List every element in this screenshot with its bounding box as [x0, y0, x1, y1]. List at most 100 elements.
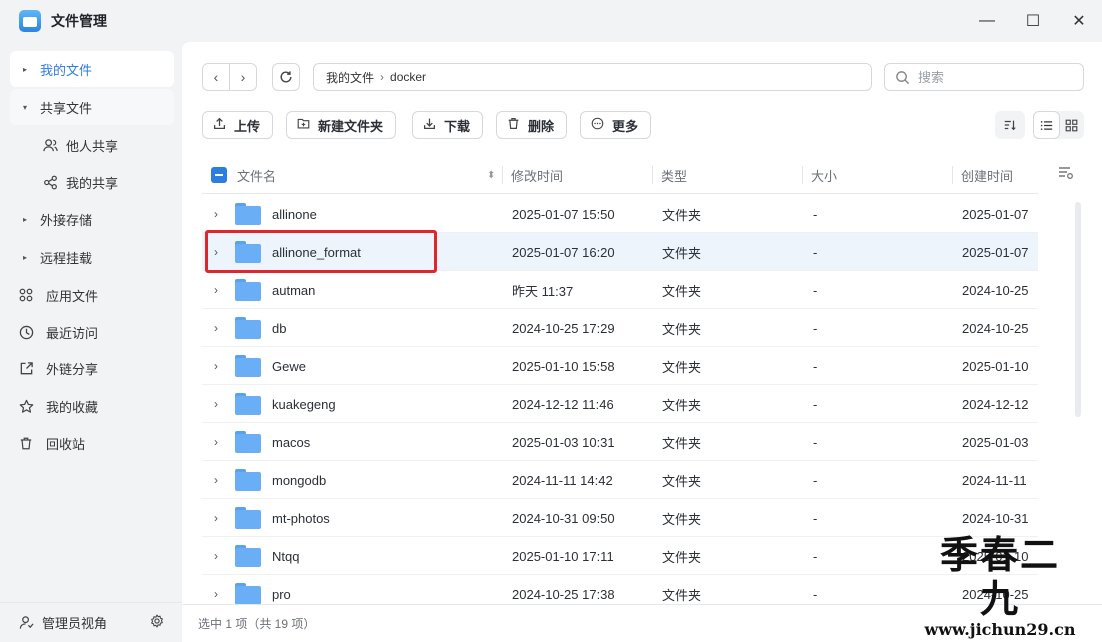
refresh-button[interactable]: [272, 63, 300, 91]
file-name[interactable]: db: [272, 309, 286, 347]
chevron-right-icon[interactable]: ›: [214, 283, 218, 297]
close-button[interactable]: ✕: [1056, 0, 1102, 42]
chevron-right-icon[interactable]: ›: [214, 511, 218, 525]
caret-right-icon[interactable]: ▸: [20, 65, 30, 74]
sidebar-item-label: 他人共享: [66, 138, 119, 154]
sidebar-item-remote-mount[interactable]: ▸ 远程挂载: [10, 239, 174, 275]
back-button[interactable]: ‹: [203, 64, 230, 90]
sidebar-item-my-files[interactable]: ▸ 我的文件: [10, 51, 174, 87]
vertical-scrollbar[interactable]: [1075, 202, 1081, 417]
minimize-button[interactable]: —: [964, 0, 1010, 42]
table-row[interactable]: › kuakegeng 2024-12-12 11:46 文件夹 - 2024-12-12: [202, 385, 1038, 423]
grid-view-button[interactable]: [1060, 111, 1085, 139]
file-name[interactable]: allinone_format: [272, 233, 361, 271]
selection-status: 选中 1 项（共 19 项）: [198, 617, 316, 631]
chevron-right-icon[interactable]: ›: [214, 549, 218, 563]
search-box[interactable]: [884, 63, 1084, 91]
column-settings-icon[interactable]: [1058, 166, 1074, 183]
table-row[interactable]: › allinone_format 2025-01-07 16:20 文件夹 - 2025…: [202, 233, 1038, 271]
caret-right-icon[interactable]: ▸: [20, 215, 30, 224]
sidebar-item-label: 远程挂载: [40, 250, 93, 266]
file-name[interactable]: allinone: [272, 195, 317, 233]
sidebar-item-label: 回收站: [46, 436, 86, 452]
sort-button[interactable]: [995, 111, 1025, 139]
forward-button[interactable]: ›: [230, 64, 256, 90]
sidebar-item-link-share[interactable]: 外链分享: [10, 350, 174, 386]
sidebar-item-external-storage[interactable]: ▸ 外接存储: [10, 201, 174, 237]
select-all-checkbox[interactable]: [211, 156, 227, 194]
file-name[interactable]: pro: [272, 575, 291, 605]
maximize-button[interactable]: ☐: [1010, 0, 1056, 42]
caret-down-icon[interactable]: ▾: [20, 103, 30, 112]
admin-view-label[interactable]: 管理员视角: [42, 613, 107, 632]
folder-icon: [235, 393, 261, 415]
file-name[interactable]: mt-photos: [272, 499, 330, 537]
table-row[interactable]: › pro 2024-10-25 17:38 文件夹 -2024-10-25: [202, 575, 1038, 605]
breadcrumb-current[interactable]: docker: [390, 70, 426, 84]
table-row[interactable]: › autman 昨天 11:37 文件夹 - 2024-10-25: [202, 271, 1038, 309]
created-time: 2025-01-07: [962, 206, 1029, 222]
column-divider[interactable]: [502, 166, 503, 184]
column-header-name[interactable]: 文件名: [237, 156, 276, 194]
chevron-right-icon[interactable]: ›: [214, 473, 218, 487]
delete-button[interactable]: 删除: [496, 111, 568, 139]
sidebar-item-app-files[interactable]: 应用文件: [10, 277, 174, 313]
file-name[interactable]: mongodb: [272, 461, 326, 499]
chevron-right-icon[interactable]: ›: [214, 587, 218, 601]
column-header-modified[interactable]: 修改时间: [511, 156, 563, 194]
sidebar-item-others-shared[interactable]: 他人共享: [10, 127, 174, 163]
sidebar-item-recycle-bin[interactable]: 回收站: [10, 425, 174, 461]
sort-arrows-icon[interactable]: ⬍: [487, 156, 495, 194]
column-header-type[interactable]: 类型: [661, 156, 687, 194]
created-time: 2024-10-25: [962, 282, 1029, 298]
chevron-right-icon[interactable]: ›: [214, 397, 218, 411]
file-name[interactable]: macos: [272, 423, 310, 461]
gear-icon[interactable]: [150, 614, 164, 631]
modified-time: 2025-01-07 15:50: [512, 206, 615, 222]
chevron-right-icon[interactable]: ›: [214, 207, 218, 221]
new-folder-button[interactable]: 新建文件夹: [286, 111, 397, 139]
table-row[interactable]: › Gewe 2025-01-10 15:58 文件夹 - 2025-01-10: [202, 347, 1038, 385]
chevron-right-icon[interactable]: ›: [214, 435, 218, 449]
table-row[interactable]: › allinone 2025-01-07 15:50 文件夹 - 2025-01-07: [202, 195, 1038, 233]
download-button[interactable]: 下载: [412, 111, 484, 139]
folder-icon: [235, 545, 261, 567]
watermark: 季春二九 www.jichun29.cn: [924, 533, 1076, 639]
breadcrumb-root[interactable]: 我的文件: [326, 69, 374, 86]
column-divider[interactable]: [802, 166, 803, 184]
table-row[interactable]: › macos 2025-01-03 10:31 文件夹 - 2025-01-03: [202, 423, 1038, 461]
modified-time: 2025-01-07 16:20: [512, 244, 615, 260]
file-name[interactable]: kuakegeng: [272, 385, 336, 423]
file-name[interactable]: autman: [272, 271, 315, 309]
table-header: 文件名 ⬍ 修改时间 类型 大小 创建时间: [202, 156, 1038, 194]
file-name[interactable]: Gewe: [272, 347, 306, 385]
upload-label: 上传: [234, 118, 261, 134]
sidebar-item-recent[interactable]: 最近访问: [10, 314, 174, 350]
caret-right-icon[interactable]: ▸: [20, 253, 30, 262]
column-header-created[interactable]: 创建时间: [961, 156, 1013, 194]
chevron-right-icon[interactable]: ›: [214, 321, 218, 335]
sidebar-item-my-shares[interactable]: 我的共享: [10, 164, 174, 200]
column-divider[interactable]: [952, 166, 953, 184]
file-type: 文件夹: [662, 207, 702, 223]
more-button[interactable]: 更多: [580, 111, 652, 139]
upload-button[interactable]: 上传: [202, 111, 274, 139]
file-size: -: [813, 434, 818, 450]
sidebar-item-label: 共享文件: [40, 100, 93, 116]
chevron-right-icon[interactable]: ›: [214, 359, 218, 373]
clock-icon: [18, 324, 34, 340]
table-row[interactable]: › mongodb 2024-11-11 14:42 文件夹 - 2024-11-11: [202, 461, 1038, 499]
file-name[interactable]: Ntqq: [272, 537, 299, 575]
table-row[interactable]: › Ntqq 2025-01-10 17:11 文件夹 -2025-01-10: [202, 537, 1038, 575]
sidebar-item-shared-files[interactable]: ▾ 共享文件: [10, 89, 174, 125]
column-header-size[interactable]: 大小: [811, 156, 837, 194]
search-input[interactable]: [918, 69, 1068, 85]
modified-time: 2024-10-25 17:29: [512, 320, 615, 336]
address-bar[interactable]: 我的文件 › docker: [313, 63, 872, 91]
sidebar-item-favorites[interactable]: 我的收藏: [10, 388, 174, 424]
table-row[interactable]: › mt-photos 2024-10-31 09:50 文件夹 -2024-10-31: [202, 499, 1038, 537]
table-row[interactable]: › db 2024-10-25 17:29 文件夹 - 2024-10-25: [202, 309, 1038, 347]
column-divider[interactable]: [652, 166, 653, 184]
chevron-right-icon[interactable]: ›: [214, 245, 218, 259]
list-view-button[interactable]: [1033, 111, 1060, 139]
